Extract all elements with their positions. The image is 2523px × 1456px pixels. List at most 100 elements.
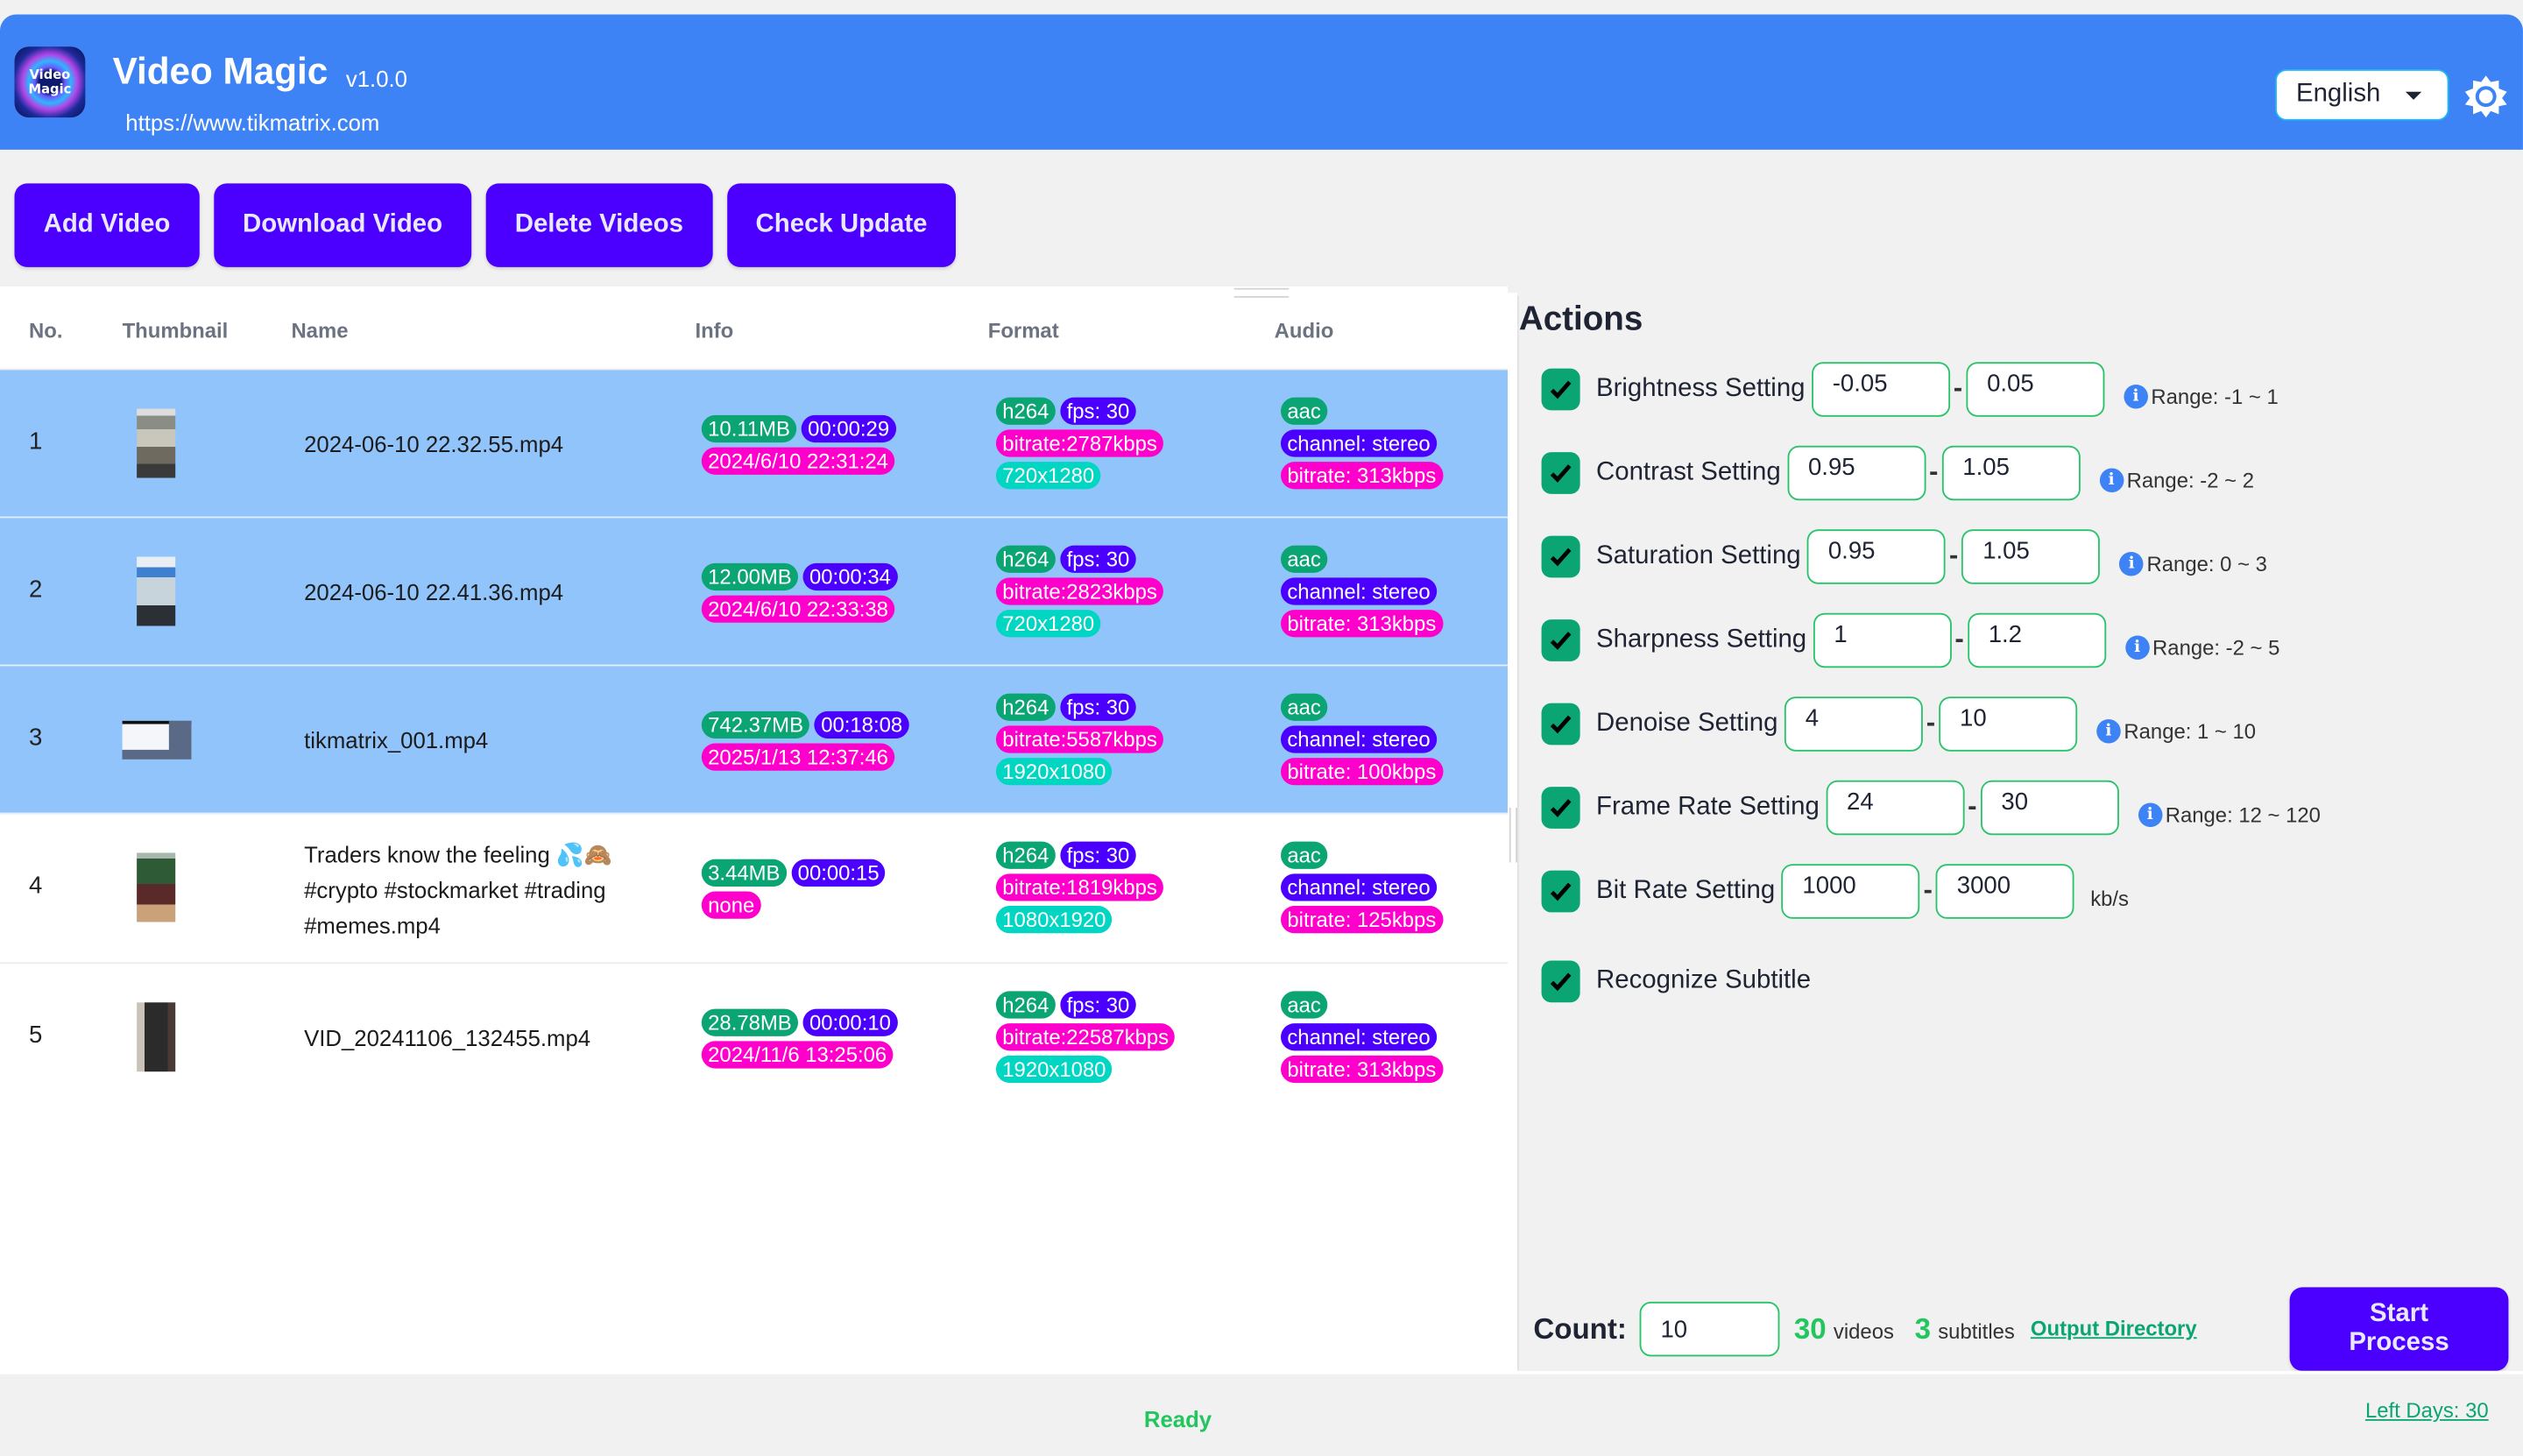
resize-handle-top[interactable] bbox=[1233, 287, 1290, 298]
left-days-link[interactable]: Left Days: 30 bbox=[2365, 1398, 2489, 1423]
audio-codec-badge: aac bbox=[1281, 397, 1328, 425]
bit-rate-min-input[interactable] bbox=[1781, 864, 1920, 919]
checkmark-icon bbox=[1550, 464, 1572, 483]
audio-codec-badge: aac bbox=[1281, 991, 1328, 1019]
add-video-button[interactable]: Add Video bbox=[14, 183, 200, 267]
header-format[interactable]: Format bbox=[988, 319, 1059, 343]
setting-label: Recognize Subtitle bbox=[1596, 966, 1812, 995]
bit-rate-checkbox[interactable] bbox=[1541, 870, 1580, 913]
bit-rate-max-input[interactable] bbox=[1935, 864, 2074, 919]
language-select[interactable]: English bbox=[2275, 68, 2449, 121]
format-badges: h264 fps: 30 bitrate:1819kbps 1080x1920 bbox=[995, 841, 1164, 934]
contrast-checkbox[interactable] bbox=[1541, 452, 1580, 494]
frame-rate-min-input[interactable] bbox=[1826, 780, 1965, 836]
setting-label: Sharpness Setting bbox=[1596, 626, 1807, 654]
bitrate-badge: bitrate:22587kbps bbox=[995, 1023, 1176, 1051]
app-version: v1.0.0 bbox=[345, 66, 407, 92]
contrast-max-input[interactable] bbox=[1941, 445, 2081, 501]
brightness-checkbox[interactable] bbox=[1541, 368, 1580, 411]
format-badges: h264 fps: 30 bitrate:2823kbps 720x1280 bbox=[995, 545, 1164, 638]
recognize-subtitle-checkbox[interactable] bbox=[1541, 960, 1580, 1003]
start-process-button[interactable]: Start Process bbox=[2289, 1287, 2509, 1371]
info-badges: 10.11MB 00:00:29 2024/6/10 22:31:24 bbox=[701, 414, 896, 475]
info-icon[interactable]: i bbox=[2124, 384, 2148, 408]
count-input[interactable] bbox=[1639, 1301, 1780, 1357]
frame-rate-max-input[interactable] bbox=[1980, 780, 2119, 836]
audio-bitrate-badge: bitrate: 313kbps bbox=[1281, 610, 1443, 638]
delete-videos-button[interactable]: Delete Videos bbox=[485, 183, 712, 267]
brightness-max-input[interactable] bbox=[1966, 362, 2105, 417]
setting-label: Bit Rate Setting bbox=[1596, 877, 1776, 905]
table-row[interactable]: 4 Traders know the feeling 💦🙈 #crypto #s… bbox=[0, 814, 1508, 965]
audio-badges: aac channel: stereo bitrate: 313kbps bbox=[1281, 397, 1443, 490]
info-icon[interactable]: i bbox=[2138, 802, 2163, 827]
range-text: Range: 12 ~ 120 bbox=[2165, 802, 2321, 827]
saturation-max-input[interactable] bbox=[1961, 529, 2101, 584]
range-hint: i Range: -2 ~ 2 bbox=[2099, 467, 2254, 492]
size-badge: 10.11MB bbox=[701, 414, 797, 443]
caret-down-icon bbox=[2405, 91, 2422, 100]
toolbar: Add Video Download Video Delete Videos C… bbox=[14, 183, 957, 267]
resolution-badge: 720x1280 bbox=[995, 610, 1101, 638]
brightness-min-input[interactable] bbox=[1811, 362, 1950, 417]
duration-badge: 00:00:29 bbox=[801, 414, 896, 443]
status-text: Ready bbox=[1143, 1406, 1212, 1432]
range-text: Range: -2 ~ 5 bbox=[2152, 634, 2280, 660]
denoise-checkbox[interactable] bbox=[1541, 703, 1580, 746]
codec-badge: h264 bbox=[995, 545, 1056, 573]
settings-gear-icon[interactable] bbox=[2463, 74, 2508, 118]
setting-sharpness: Sharpness Setting - iRange: -2 ~ 5 bbox=[1541, 611, 2280, 669]
setting-label: Contrast Setting bbox=[1596, 458, 1781, 486]
header-info[interactable]: Info bbox=[695, 319, 733, 343]
codec-badge: h264 bbox=[995, 397, 1056, 425]
channel-badge: channel: stereo bbox=[1281, 1023, 1438, 1051]
range-hint: i Range: 1 ~ 10 bbox=[2096, 718, 2256, 743]
header-audio[interactable]: Audio bbox=[1275, 319, 1334, 343]
info-icon[interactable]: i bbox=[2096, 718, 2121, 743]
header-no[interactable]: No. bbox=[29, 319, 62, 343]
range-hint: i Range: 0 ~ 3 bbox=[2119, 551, 2267, 576]
range-dash: - bbox=[1923, 878, 1933, 905]
language-value: English bbox=[2295, 80, 2381, 109]
subtitles-count: 3 bbox=[1914, 1312, 1932, 1346]
info-icon[interactable]: i bbox=[2119, 551, 2144, 576]
sharpness-min-input[interactable] bbox=[1813, 612, 1952, 668]
header-thumbnail[interactable]: Thumbnail bbox=[123, 319, 229, 343]
output-directory-link[interactable]: Output Directory bbox=[2031, 1316, 2197, 1340]
table-row[interactable]: 2 2024-06-10 22.41.36.mp4 12.00MB 00:00:3… bbox=[0, 518, 1508, 667]
download-video-button[interactable]: Download Video bbox=[213, 183, 472, 267]
sharpness-checkbox[interactable] bbox=[1541, 619, 1580, 661]
video-table: No. Thumbnail Name Info Format Audio 1 2… bbox=[0, 286, 1508, 1382]
info-icon[interactable]: i bbox=[2099, 467, 2124, 492]
header-name[interactable]: Name bbox=[291, 319, 348, 343]
saturation-min-input[interactable] bbox=[1806, 529, 1946, 584]
checkmark-icon bbox=[1550, 972, 1572, 992]
denoise-min-input[interactable] bbox=[1784, 696, 1923, 752]
table-row[interactable]: 1 2024-06-10 22.32.55.mp4 10.11MB 00:00:2… bbox=[0, 370, 1508, 519]
fps-badge: fps: 30 bbox=[1060, 841, 1136, 869]
frame-rate-checkbox[interactable] bbox=[1541, 787, 1580, 829]
setting-label: Denoise Setting bbox=[1596, 709, 1778, 738]
range-dash: - bbox=[1928, 460, 1939, 486]
channel-badge: channel: stereo bbox=[1281, 873, 1438, 901]
range-dash: - bbox=[1954, 627, 1964, 654]
fps-badge: fps: 30 bbox=[1060, 545, 1136, 573]
info-badges: 3.44MB 00:00:15 none bbox=[701, 859, 886, 919]
app-url-link[interactable]: https://www.tikmatrix.com bbox=[125, 110, 379, 135]
table-row[interactable]: 3 tikmatrix_001.mp4 742.37MB 00:18:08 202… bbox=[0, 666, 1508, 815]
splitter-grip-icon[interactable] bbox=[1509, 808, 1518, 863]
table-row[interactable]: 5 VID_20241106_132455.mp4 28.78MB 00:00:1… bbox=[0, 964, 1508, 1110]
saturation-checkbox[interactable] bbox=[1541, 535, 1580, 578]
contrast-min-input[interactable] bbox=[1787, 445, 1926, 501]
check-update-button[interactable]: Check Update bbox=[726, 183, 957, 267]
sharpness-max-input[interactable] bbox=[1967, 612, 2106, 668]
denoise-max-input[interactable] bbox=[1939, 696, 2078, 752]
app-title: Video Magic bbox=[112, 49, 329, 92]
video-thumbnail bbox=[137, 1002, 176, 1072]
audio-bitrate-badge: bitrate: 313kbps bbox=[1281, 462, 1443, 490]
info-icon[interactable]: i bbox=[2124, 634, 2150, 660]
created-badge: none bbox=[701, 891, 761, 919]
table-header: No. Thumbnail Name Info Format Audio bbox=[0, 319, 1508, 372]
panel-splitter[interactable] bbox=[1507, 293, 1518, 1371]
setting-denoise: Denoise Setting - iRange: 1 ~ 10 bbox=[1541, 695, 2256, 753]
